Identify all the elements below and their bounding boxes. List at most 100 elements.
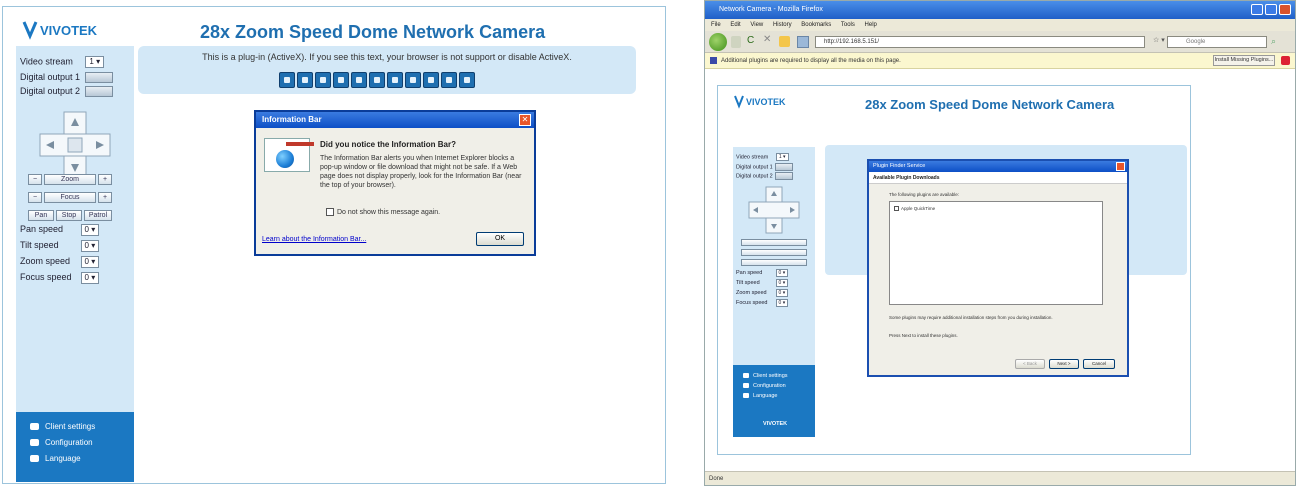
video-stream-select[interactable]: 1 ▾ xyxy=(775,153,789,161)
home-icon[interactable] xyxy=(779,36,790,47)
digital-output-2-toggle[interactable] xyxy=(775,172,794,180)
pause-icon[interactable] xyxy=(315,72,331,88)
back-icon[interactable] xyxy=(709,33,727,51)
pan-speed-select[interactable]: 0 ▾ xyxy=(775,269,789,277)
zoom-out-button[interactable]: − xyxy=(28,174,42,185)
wrench-icon xyxy=(30,439,39,447)
tilt-speed-select[interactable]: 0 ▾ xyxy=(775,279,789,287)
focus-far-button[interactable]: + xyxy=(98,192,112,203)
pan-button[interactable]: Pan xyxy=(28,210,54,221)
zoom-speed-select[interactable]: 0 ▾ xyxy=(775,289,789,297)
patrol-button[interactable]: Patrol xyxy=(84,210,112,221)
stop-button[interactable]: Stop xyxy=(56,210,82,221)
url-bar[interactable]: http://192.168.5.151/ xyxy=(815,36,1145,48)
favicon-icon xyxy=(797,36,809,48)
minimize-icon[interactable] xyxy=(1251,4,1263,15)
client-settings-link[interactable]: Client settings xyxy=(743,373,788,379)
configuration-link[interactable]: Configuration xyxy=(743,383,786,389)
menu-bar: File Edit View History Bookmarks Tools H… xyxy=(705,19,1295,31)
learn-more-link[interactable]: Learn about the Information Bar... xyxy=(262,236,366,243)
menu-help[interactable]: Help xyxy=(865,22,877,28)
close-icon[interactable] xyxy=(1279,4,1291,15)
menu-file[interactable]: File xyxy=(711,22,721,28)
install-note: Some plugins may require additional inst… xyxy=(889,315,1053,320)
client-settings-link[interactable]: Client settings xyxy=(30,422,95,431)
configuration-link[interactable]: Configuration xyxy=(30,438,93,447)
reload-icon[interactable]: C xyxy=(747,35,754,46)
back-button[interactable]: < Back xyxy=(1015,359,1045,369)
svg-text:VIVOTEK: VIVOTEK xyxy=(746,97,786,107)
focus-speed-label: Focus speed xyxy=(736,300,768,307)
zoom-control[interactable] xyxy=(741,239,807,246)
pan-speed-row: Pan speed 0 ▾ xyxy=(20,224,100,236)
plugin-finder-dialog: Plugin Finder Service Available Plugin D… xyxy=(867,159,1129,377)
record-icon[interactable] xyxy=(351,72,367,88)
maximize-icon[interactable] xyxy=(1265,4,1277,15)
menu-tools[interactable]: Tools xyxy=(841,22,855,28)
digital-output-2-label: Digital output 2 xyxy=(736,173,773,180)
vivotek-logo: VIVOTEK xyxy=(20,18,124,44)
video-stream-label: Video stream xyxy=(20,56,73,67)
mic-volume-icon[interactable] xyxy=(423,72,439,88)
stop-icon[interactable] xyxy=(333,72,349,88)
tilt-speed-select[interactable]: 0 ▾ xyxy=(80,240,100,252)
menu-bookmarks[interactable]: Bookmarks xyxy=(801,22,831,28)
install-missing-plugins-button[interactable]: Install Missing Plugins... xyxy=(1213,55,1275,66)
status-bar: Done xyxy=(705,471,1295,485)
volume-icon[interactable] xyxy=(369,72,385,88)
information-bar-dialog: Information Bar ✕ Did you notice the Inf… xyxy=(254,110,536,256)
stop-load-icon[interactable]: ✕ xyxy=(763,34,771,45)
focus-speed-select[interactable]: 0 ▾ xyxy=(775,299,789,307)
digital-output-1-row: Digital output 1 xyxy=(736,163,794,171)
search-icon[interactable]: ⌕ xyxy=(1271,36,1276,47)
close-icon[interactable] xyxy=(1116,162,1125,171)
digital-output-1-toggle[interactable] xyxy=(84,72,113,84)
digital-output-1-row: Digital output 1 xyxy=(20,72,113,84)
talk-icon[interactable] xyxy=(405,72,421,88)
zoom-speed-select[interactable]: 0 ▾ xyxy=(80,256,100,268)
gear-icon xyxy=(30,423,39,431)
digital-output-2-label: Digital output 2 xyxy=(20,86,81,96)
menu-history[interactable]: History xyxy=(773,22,792,28)
zoom-in-button[interactable]: + xyxy=(98,174,112,185)
digital-output-1-toggle[interactable] xyxy=(775,163,794,171)
digital-output-2-toggle[interactable] xyxy=(84,86,113,98)
focus-speed-select[interactable]: 0 ▾ xyxy=(80,272,100,284)
forward-icon[interactable] xyxy=(731,36,741,48)
mute-icon[interactable] xyxy=(387,72,403,88)
ie-camera-page: VIVOTEK 28x Zoom Speed Dome Network Came… xyxy=(0,0,668,486)
mic-mute-icon[interactable] xyxy=(441,72,457,88)
list-item[interactable]: Apple QuickTime xyxy=(894,206,935,212)
focus-label: Focus xyxy=(44,192,96,203)
pan-stop-patrol-controls[interactable] xyxy=(741,259,807,266)
checkbox-icon[interactable] xyxy=(326,208,334,216)
dialog-title: Plugin Finder Service xyxy=(869,161,1127,172)
cancel-button[interactable]: Cancel xyxy=(1083,359,1115,369)
digital-zoom-icon[interactable] xyxy=(297,72,313,88)
next-button[interactable]: Next > xyxy=(1049,359,1079,369)
close-icon[interactable]: ✕ xyxy=(519,114,531,126)
checkbox-icon[interactable] xyxy=(894,206,899,212)
pan-speed-row: Pan speed 0 ▾ xyxy=(736,269,789,277)
menu-view[interactable]: View xyxy=(750,22,763,28)
tilt-speed-label: Tilt speed xyxy=(736,280,760,287)
language-link[interactable]: Language xyxy=(743,393,777,399)
speech-icon xyxy=(30,455,39,463)
search-box[interactable]: Google xyxy=(1167,36,1267,48)
dialog-body: The Information Bar alerts you when Inte… xyxy=(320,155,522,189)
bookmark-star-icon[interactable]: ☆ ▾ xyxy=(1153,36,1165,44)
pan-speed-select[interactable]: 0 ▾ xyxy=(80,224,100,236)
snapshot-icon[interactable] xyxy=(279,72,295,88)
close-icon[interactable] xyxy=(1281,56,1290,65)
language-link[interactable]: Language xyxy=(30,454,81,463)
fullscreen-icon[interactable] xyxy=(459,72,475,88)
dont-show-checkbox[interactable]: Do not show this message again. xyxy=(326,208,440,216)
focus-near-button[interactable]: − xyxy=(28,192,42,203)
dialog-title: Information Bar xyxy=(256,112,534,128)
ok-button[interactable]: OK xyxy=(476,232,524,246)
focus-control[interactable] xyxy=(741,249,807,256)
sidebar-links: Client settings Configuration Language V… xyxy=(733,365,815,437)
menu-edit[interactable]: Edit xyxy=(730,22,740,28)
zoom-speed-label: Zoom speed xyxy=(20,256,71,267)
video-stream-select[interactable]: 1 ▾ xyxy=(85,56,105,68)
